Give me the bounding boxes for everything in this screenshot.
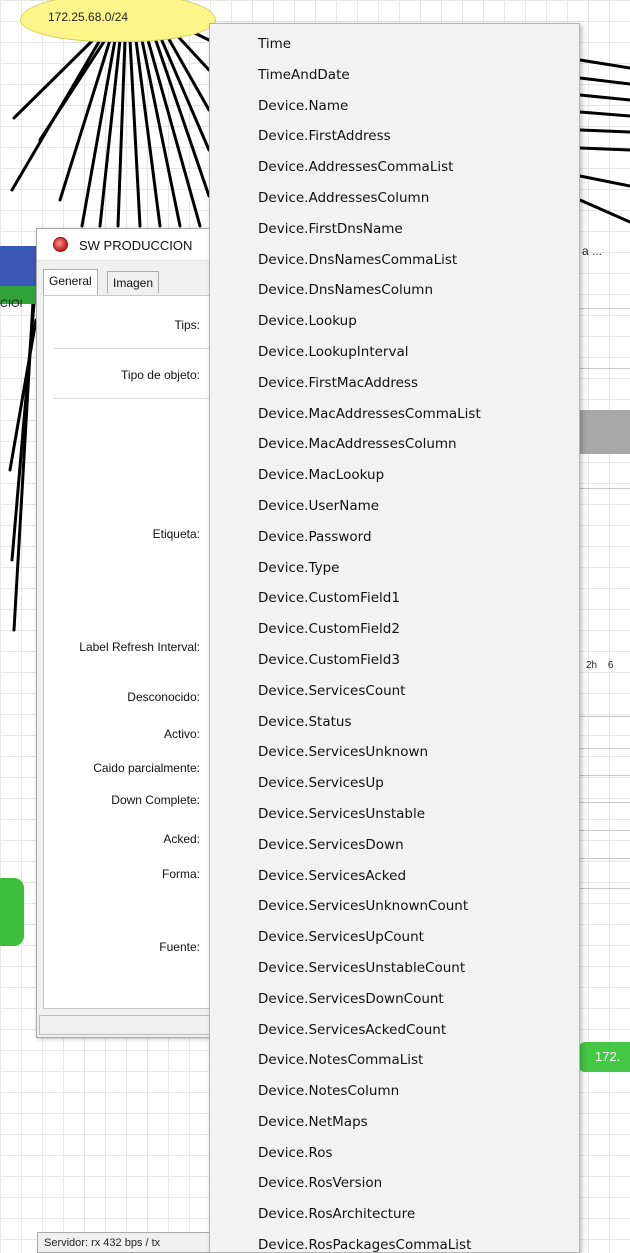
- partial-right-rule: [580, 716, 630, 717]
- dialog-titlebar[interactable]: SW PRODUCCION: [37, 229, 235, 261]
- menu-item[interactable]: Device.MacAddressesCommaList: [210, 399, 579, 430]
- partial-right-band: [580, 410, 630, 454]
- menu-item[interactable]: Device.UserName: [210, 491, 579, 522]
- menu-item[interactable]: Device.ServicesUnknownCount: [210, 891, 579, 922]
- down-complete-color-label: Down Complete:: [111, 793, 200, 807]
- menu-item[interactable]: Device.RosVersion: [210, 1168, 579, 1199]
- menu-item[interactable]: Device.RosPackagesCommaList: [210, 1230, 579, 1252]
- partial-right-rule: [580, 488, 630, 489]
- menu-item[interactable]: Device.FirstAddress: [210, 121, 579, 152]
- active-color-label: Activo:: [163, 727, 200, 741]
- tab-imagen[interactable]: Imagen: [107, 271, 160, 293]
- menu-item[interactable]: Device.ServicesUnstable: [210, 799, 579, 830]
- menu-item[interactable]: Device.ServicesUp: [210, 768, 579, 799]
- menu-item[interactable]: Device.MacAddressesColumn: [210, 429, 579, 460]
- menu-item[interactable]: Device.FirstDnsName: [210, 214, 579, 245]
- menu-item[interactable]: Device.CustomField3: [210, 645, 579, 676]
- tab-general[interactable]: General: [43, 269, 98, 295]
- menu-item[interactable]: TimeAndDate: [210, 60, 579, 91]
- partial-left-label: CIOI: [0, 298, 23, 310]
- shape-label: Forma:: [161, 867, 200, 881]
- partial-node-left-green[interactable]: [0, 878, 24, 946]
- menu-item[interactable]: Device.Name: [210, 91, 579, 122]
- menu-item[interactable]: Device.FirstMacAddress: [210, 368, 579, 399]
- menu-item[interactable]: Device.ServicesAcked: [210, 861, 579, 892]
- menu-item[interactable]: Device.Ros: [210, 1138, 579, 1169]
- app-logo-icon: [53, 237, 68, 252]
- menu-item[interactable]: Device.ServicesUnknown: [210, 737, 579, 768]
- subnet-node-label: 172.25.68.0/24: [48, 10, 129, 24]
- object-type-label: Tipo de objeto:: [121, 368, 200, 382]
- partial-right-rule: [580, 858, 630, 859]
- menu-item[interactable]: Device.RosArchitecture: [210, 1199, 579, 1230]
- menu-item[interactable]: Device.ServicesDownCount: [210, 984, 579, 1015]
- separator: [54, 348, 230, 349]
- menu-item[interactable]: Device.DnsNamesColumn: [210, 275, 579, 306]
- label-refresh-interval-label: Label Refresh Interval:: [79, 640, 200, 654]
- general-tab-panel: Tips: Tipo de objeto: Etiqueta: Label Re…: [43, 295, 231, 1009]
- menu-item[interactable]: Device.ServicesAckedCount: [210, 1015, 579, 1046]
- partial-node-left[interactable]: [0, 246, 36, 306]
- menu-item[interactable]: Device.ServicesUnstableCount: [210, 953, 579, 984]
- menu-item[interactable]: Device.ServicesDown: [210, 830, 579, 861]
- unknown-color-label: Desconocido:: [127, 690, 200, 704]
- menu-list: Time TimeAndDate Device.Name Device.FirstAd…: [210, 24, 579, 1252]
- partial-right-rule: [580, 368, 630, 369]
- menu-item[interactable]: Device.AddressesColumn: [210, 183, 579, 214]
- tips-label: Tips:: [174, 318, 200, 332]
- partial-right-ticks: 2h 6: [586, 660, 614, 671]
- menu-item[interactable]: Device.CustomField1: [210, 583, 579, 614]
- menu-item[interactable]: Device.MacLookup: [210, 460, 579, 491]
- dialog-footer-bar: [39, 1015, 233, 1035]
- separator: [54, 398, 230, 399]
- partial-right-rule: [580, 748, 630, 749]
- menu-item[interactable]: Device.CustomField2: [210, 614, 579, 645]
- partial-right-rule: [580, 775, 630, 776]
- partial-right-rule: [580, 830, 630, 831]
- font-label: Fuente:: [159, 940, 200, 954]
- partial-right-rule: [580, 308, 630, 309]
- partial-right-rule: [580, 802, 630, 803]
- partial-right-rule: [580, 888, 630, 889]
- label-variables-menu: Time TimeAndDate Device.Name Device.FirstAd…: [209, 23, 580, 1253]
- menu-item[interactable]: Device.ServicesUpCount: [210, 922, 579, 953]
- label-text-label: Etiqueta:: [152, 527, 200, 541]
- menu-item[interactable]: Device.LookupInterval: [210, 337, 579, 368]
- menu-item[interactable]: Device.Type: [210, 553, 579, 584]
- menu-item[interactable]: Device.Lookup: [210, 306, 579, 337]
- acked-color-label: Acked:: [163, 832, 200, 846]
- menu-item[interactable]: Device.Status: [210, 707, 579, 738]
- menu-item[interactable]: Device.NetMaps: [210, 1107, 579, 1138]
- dialog-title: SW PRODUCCION: [79, 238, 193, 253]
- menu-item[interactable]: Time: [210, 29, 579, 60]
- partial-node-right[interactable]: 172.: [579, 1042, 630, 1072]
- app-status-bar: Servidor: rx 432 bps / tx: [37, 1232, 217, 1253]
- menu-item[interactable]: Device.ServicesCount: [210, 676, 579, 707]
- menu-item[interactable]: Device.AddressesCommaList: [210, 152, 579, 183]
- device-properties-dialog: SW PRODUCCION General Imagen Tips: Tipo …: [36, 228, 236, 1038]
- partial-right-title: a ...: [582, 244, 603, 258]
- menu-item[interactable]: Device.DnsNamesCommaList: [210, 245, 579, 276]
- menu-item[interactable]: Device.NotesColumn: [210, 1076, 579, 1107]
- menu-item[interactable]: Device.NotesCommaList: [210, 1045, 579, 1076]
- partially-down-color-label: Caido parcialmente:: [93, 761, 200, 775]
- partial-left-number: 3: [0, 331, 7, 343]
- menu-item[interactable]: Device.Password: [210, 522, 579, 553]
